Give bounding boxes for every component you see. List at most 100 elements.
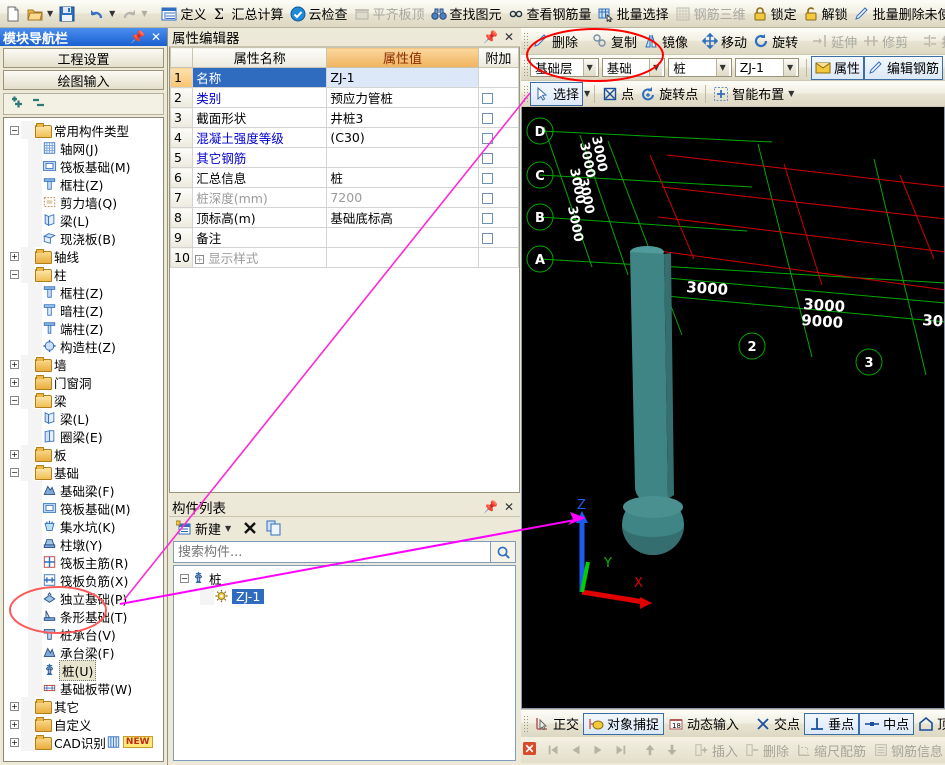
- define-button[interactable]: 定义: [158, 2, 209, 26]
- property-attach-cell[interactable]: [477, 187, 519, 208]
- tree-folder-33[interactable]: + 自定义: [4, 715, 163, 733]
- property-attach-cell[interactable]: [477, 67, 519, 88]
- tree-item-29[interactable]: 承台梁(F): [4, 643, 163, 661]
- save-button[interactable]: [56, 2, 78, 26]
- last-record-button[interactable]: [609, 739, 631, 761]
- tree-item-1[interactable]: 轴网(J): [4, 139, 163, 157]
- tree-item-3[interactable]: 框柱(Z): [4, 175, 163, 193]
- chevron-down-icon[interactable]: ▼: [715, 59, 729, 76]
- tree-folder-14[interactable]: + 门窗洞: [4, 373, 163, 391]
- delete-x-icon[interactable]: [242, 520, 258, 536]
- tree-folder-19[interactable]: − 基础: [4, 463, 163, 481]
- property-name-cell[interactable]: 备注: [192, 227, 328, 248]
- pin-icon[interactable]: 📌: [480, 30, 501, 44]
- redo-button[interactable]: ▼: [118, 2, 150, 26]
- tree-folder-34[interactable]: + CAD识别 NEW: [4, 733, 163, 751]
- search-button[interactable]: [490, 541, 516, 563]
- property-name-cell[interactable]: 汇总信息: [192, 167, 328, 188]
- tree-folder-8[interactable]: − 柱: [4, 265, 163, 283]
- edit-rebar-button[interactable]: 编辑钢筋: [863, 55, 943, 80]
- expand-toggle-icon[interactable]: +: [10, 377, 19, 387]
- 3d-viewport[interactable]: DCBA 23 3000 3000 3000 3000 3000 3000 30…: [521, 107, 945, 709]
- component-type-combo[interactable]: 桩 ▼: [668, 58, 732, 77]
- summary-calc-button[interactable]: Σ 汇总计算: [209, 2, 286, 26]
- property-button[interactable]: 属性: [810, 55, 864, 80]
- property-name-cell[interactable]: 其它钢筋: [192, 147, 328, 168]
- tree-item-20[interactable]: 基础梁(F): [4, 481, 163, 499]
- property-value-cell[interactable]: [326, 227, 479, 248]
- tree-item-6[interactable]: 现浇板(B): [4, 229, 163, 247]
- collapse-toggle-icon[interactable]: −: [10, 395, 19, 405]
- tree-item-30[interactable]: 桩(U): [4, 659, 163, 681]
- move-button[interactable]: 移动: [699, 29, 750, 53]
- attach-checkbox[interactable]: [481, 153, 493, 164]
- copy-icon[interactable]: [266, 520, 282, 536]
- break-button[interactable]: 打: [919, 29, 945, 53]
- collapse-toggle-icon[interactable]: −: [10, 269, 19, 279]
- collapse-toggle-icon[interactable]: −: [10, 125, 19, 135]
- redo-dropdown-caret[interactable]: ▼: [141, 9, 147, 18]
- delete-row-button[interactable]: 删除: [742, 739, 793, 761]
- find-element-button[interactable]: 查找图元: [428, 2, 505, 26]
- perpendicular-snap-toggle[interactable]: 垂点: [804, 712, 860, 735]
- property-value-cell[interactable]: ZJ-1: [326, 67, 479, 88]
- property-attach-cell[interactable]: [477, 107, 519, 128]
- property-attach-cell[interactable]: [477, 127, 519, 148]
- tree-folder-13[interactable]: + 墙: [4, 355, 163, 373]
- close-icon[interactable]: ✕: [501, 30, 517, 44]
- attach-checkbox[interactable]: [481, 233, 493, 244]
- attach-checkbox[interactable]: [481, 93, 493, 104]
- select-tool-caret[interactable]: ▼: [584, 89, 590, 98]
- attach-checkbox[interactable]: [481, 113, 493, 124]
- first-record-button[interactable]: [543, 739, 565, 761]
- tree-item-11[interactable]: 端柱(Z): [4, 319, 163, 337]
- collapse-all-icon[interactable]: [31, 96, 47, 112]
- tree-item-9[interactable]: 框柱(Z): [4, 283, 163, 301]
- viewport-canvas[interactable]: DCBA 23 3000 3000 3000 3000 3000 3000 30…: [522, 107, 945, 709]
- tree-item-21[interactable]: 筏板基础(M): [4, 499, 163, 517]
- property-row[interactable]: 8 顶标高(m) 基础底标高: [170, 207, 519, 228]
- smart-layout-caret[interactable]: ▼: [788, 89, 794, 98]
- property-attach-cell[interactable]: [477, 207, 519, 228]
- batch-delete-button[interactable]: 批量删除未使用: [851, 2, 945, 26]
- tree-item-22[interactable]: 集水坑(K): [4, 517, 163, 535]
- tree-folder-15[interactable]: − 梁: [4, 391, 163, 409]
- toolbar-grip[interactable]: [523, 58, 528, 77]
- component-type-tree[interactable]: − 常用构件类型 轴网(J) 筏板基础(M) 框柱(Z) 剪力墙(Q) 梁(L) 现浇板(B)…: [3, 117, 164, 762]
- next-record-button[interactable]: [587, 739, 609, 761]
- search-input[interactable]: [173, 541, 490, 563]
- tree-item-16[interactable]: 梁(L): [4, 409, 163, 427]
- property-name-cell[interactable]: 顶标高(m): [192, 207, 328, 228]
- point-tool-button[interactable]: 点: [599, 82, 637, 106]
- open-folder-button[interactable]: ▼: [24, 2, 56, 26]
- nav-button-project-settings[interactable]: 工程设置: [3, 48, 164, 68]
- copy-button[interactable]: 复制: [589, 29, 640, 53]
- close-red-icon[interactable]: [523, 742, 539, 758]
- expand-toggle-icon[interactable]: +: [10, 737, 19, 747]
- tree-item-12[interactable]: 构造柱(Z): [4, 337, 163, 355]
- rotate-point-tool-button[interactable]: 旋转点: [637, 82, 701, 106]
- scale-rebar-button[interactable]: 缩尺配筋: [793, 739, 870, 761]
- property-row[interactable]: 6 汇总信息 桩: [170, 167, 519, 188]
- expand-toggle-icon[interactable]: +: [195, 255, 205, 264]
- close-icon[interactable]: ✕: [501, 500, 517, 514]
- toolbar-grip[interactable]: [523, 84, 528, 103]
- property-attach-cell[interactable]: [477, 147, 519, 168]
- property-row[interactable]: 10 + 显示样式: [170, 247, 519, 268]
- chevron-down-icon[interactable]: ▼: [783, 59, 797, 76]
- tree-item-4[interactable]: 剪力墙(Q): [4, 193, 163, 211]
- lock-button[interactable]: 锁定: [749, 2, 800, 26]
- property-name-cell[interactable]: + 显示样式: [192, 247, 328, 268]
- tree-item-10[interactable]: 暗柱(Z): [4, 301, 163, 319]
- collapse-toggle-icon[interactable]: −: [180, 573, 189, 583]
- chevron-down-icon[interactable]: ▼: [649, 59, 663, 76]
- tree-folder-18[interactable]: + 板: [4, 445, 163, 463]
- new-component-caret[interactable]: ▼: [225, 524, 231, 533]
- expand-toggle-icon[interactable]: +: [10, 719, 19, 729]
- property-value-cell[interactable]: [326, 147, 479, 168]
- attach-checkbox[interactable]: [481, 173, 493, 184]
- new-component-button[interactable]: 新建 ▼: [173, 516, 234, 540]
- tree-item-31[interactable]: 基础板带(W): [4, 679, 163, 697]
- property-row[interactable]: 4 混凝土强度等级 (C30): [170, 127, 519, 148]
- property-name-cell[interactable]: 混凝土强度等级: [192, 127, 328, 148]
